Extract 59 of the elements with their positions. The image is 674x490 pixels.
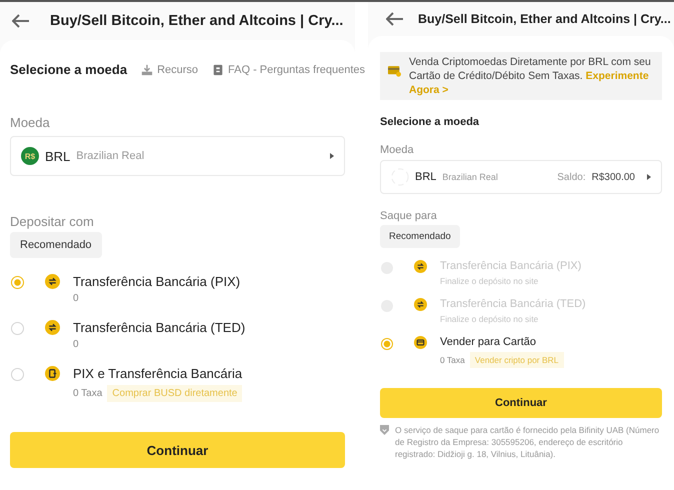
recommended-tag[interactable]: Recomendado: [380, 225, 460, 248]
currency-icon: R$: [21, 147, 39, 165]
transfer-icon: [414, 298, 427, 311]
promo-text[interactable]: Venda Criptomoedas Diretamente por BRL com seu Cartão de Crédito/Débito Sem Taxas. Experimente Agora >: [409, 55, 658, 97]
recommended-tag[interactable]: Recomendado: [10, 232, 102, 258]
currency-select[interactable]: R$ BRL Brazilian Real: [10, 136, 345, 176]
balance-value: R$300.00: [592, 172, 635, 182]
continue-button[interactable]: Continuar: [10, 432, 345, 468]
back-button[interactable]: [386, 12, 404, 26]
field-label: Depositar com: [10, 214, 95, 229]
method-name: Vender para Cartão: [440, 336, 538, 348]
currency-name: Brazilian Real: [442, 172, 498, 182]
header-link[interactable]: Recurso: [141, 64, 198, 76]
method-detail: 0: [73, 293, 79, 304]
method-detail: Finalize o depósito no site: [440, 314, 538, 324]
radio-button[interactable]: [11, 276, 24, 289]
method-detail: 0 Taxa: [73, 388, 102, 399]
promo-tag: Vender cripto por BRL: [470, 352, 564, 368]
transfer-icon: [45, 320, 60, 335]
radio-button[interactable]: [381, 338, 393, 350]
page-title: Buy/Sell Bitcoin, Ether and Altcoins | Cry...: [50, 13, 344, 29]
transfer-icon: [414, 260, 427, 273]
caret-icon: [647, 174, 651, 180]
method-name: Transferência Bancária (PIX): [440, 260, 582, 272]
radio-button[interactable]: [11, 368, 24, 381]
field-label: Saque para: [380, 210, 438, 222]
balance-label: Saldo:: [557, 172, 586, 182]
field-label: Moeda: [380, 144, 415, 156]
back-button[interactable]: [12, 14, 30, 28]
document-icon: [45, 366, 60, 381]
promo-tag: Comprar BUSD diretamente: [107, 385, 242, 402]
method-name: PIX e Transferência Bancária: [73, 366, 242, 381]
method-name: Transferência Bancária (TED): [73, 320, 246, 335]
section-heading: Selecione a moeda: [380, 116, 480, 128]
shield-icon: [380, 425, 389, 435]
page-title: Buy/Sell Bitcoin, Ether and Altcoins | Cry...: [418, 12, 671, 26]
currency-code: BRL: [45, 148, 70, 164]
book-icon: [212, 64, 224, 76]
currency-name: Brazilian Real: [76, 150, 144, 162]
disclaimer-text: O serviço de saque para cartão é fornecido pela Bifinity UAB (Número de Registro da Empresa: 305595206, endereço de escritório registrado: Didžioji g. 18, Vilnius, Lituânia).: [395, 424, 660, 460]
back-arrow-icon: [12, 14, 30, 28]
continue-button[interactable]: Continuar: [380, 388, 662, 418]
card-icon: [388, 65, 401, 77]
back-arrow-icon: [386, 12, 404, 26]
currency-select[interactable]: BRL Brazilian Real Saldo: R$300.00: [380, 160, 662, 194]
transfer-icon: [45, 274, 60, 289]
header-link[interactable]: FAQ - Perguntas frequentes: [212, 64, 365, 76]
method-name: Transferência Bancária (PIX): [73, 274, 240, 289]
download-icon: [141, 64, 154, 76]
method-detail: Finalize o depósito no site: [440, 276, 538, 286]
method-name: Transferência Bancária (TED): [440, 298, 586, 310]
section-heading: Selecione a moeda: [10, 62, 128, 77]
card-icon: [414, 336, 427, 349]
currency-code: BRL: [415, 171, 436, 183]
method-detail: 0: [73, 339, 79, 350]
caret-icon: [330, 153, 334, 159]
field-label: Moeda: [10, 115, 51, 130]
method-detail: 0 Taxa: [440, 355, 465, 365]
radio-button[interactable]: [11, 322, 24, 335]
